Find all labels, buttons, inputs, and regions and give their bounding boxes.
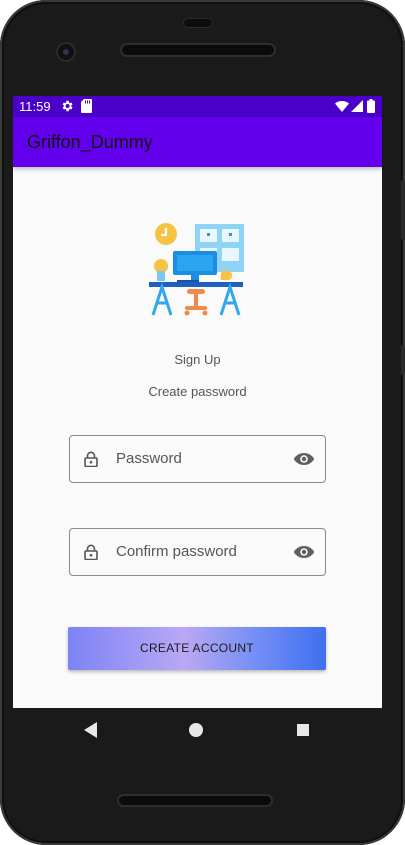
phone-frame: 11:59 Griffon_Dummy Sign Up Create passw… <box>0 0 405 845</box>
lock-icon <box>84 544 98 560</box>
eye-icon[interactable] <box>293 450 315 468</box>
password-placeholder: Password <box>116 450 182 467</box>
mug-icon <box>221 271 230 280</box>
app-screen: 11:59 Griffon_Dummy Sign Up Create passw… <box>13 96 382 708</box>
page-subtitle: Create password <box>148 384 247 399</box>
front-camera <box>58 44 74 60</box>
home-icon[interactable] <box>189 723 203 737</box>
status-bar: 11:59 <box>13 96 382 117</box>
password-field[interactable]: Password <box>69 435 326 483</box>
eye-icon[interactable] <box>293 543 315 561</box>
plant-icon <box>154 259 168 273</box>
confirm-password-field[interactable]: Confirm password <box>69 528 326 576</box>
workspace-illustration <box>149 223 244 316</box>
signal-icon <box>351 100 363 112</box>
volume-button <box>401 180 405 240</box>
sd-card-icon <box>81 99 92 113</box>
power-button <box>401 345 405 375</box>
back-icon[interactable] <box>84 722 98 738</box>
bottom-speaker <box>119 796 271 805</box>
confirm-password-placeholder: Confirm password <box>116 543 237 560</box>
status-time: 11:59 <box>19 99 51 114</box>
create-account-button[interactable]: CREATE ACCOUNT <box>68 627 326 670</box>
app-title: Griffon_Dummy <box>27 132 153 152</box>
chair-icon <box>187 289 205 294</box>
battery-icon <box>367 99 375 113</box>
top-speaker <box>122 45 274 55</box>
wifi-icon <box>335 100 349 112</box>
navigation-bar <box>13 708 382 754</box>
page-title: Sign Up <box>174 352 221 367</box>
lock-icon <box>84 451 98 467</box>
earpiece <box>184 19 212 27</box>
gear-icon <box>62 100 73 112</box>
recents-icon[interactable] <box>297 724 309 736</box>
app-bar: Griffon_Dummy <box>13 117 382 167</box>
